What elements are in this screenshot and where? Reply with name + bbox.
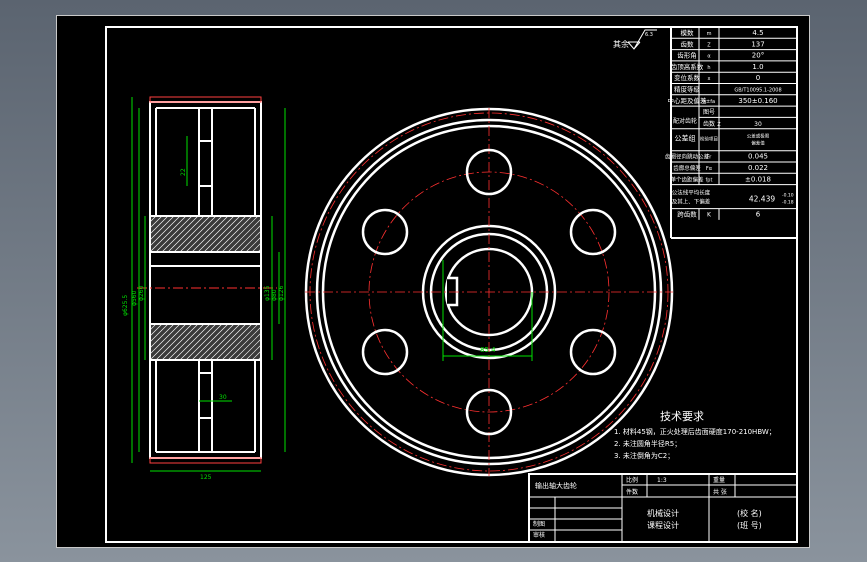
check-symbol: Fr <box>707 155 713 161</box>
span-teeth-value: 6 <box>756 211 761 219</box>
param-name: 模数 <box>681 28 695 37</box>
course-name-1: 机械设计 <box>647 508 679 518</box>
check-symbol: Fα <box>706 166 713 172</box>
span-length-value: 42.439 <box>749 195 775 204</box>
side-dimensions <box>131 97 286 472</box>
label-sheet: 共 张 <box>713 488 727 496</box>
hub-hatch-upper <box>149 215 262 253</box>
param-symbol: h <box>707 65 710 71</box>
param-symbol: m <box>707 31 712 37</box>
param-name: 齿数 <box>681 39 695 48</box>
scale-value: 1:3 <box>657 477 667 484</box>
roughness-value: 6.3 <box>645 32 653 38</box>
mate-teeth-label: 齿数 <box>703 120 715 128</box>
check-name: 齿廓总偏差 <box>673 164 701 172</box>
param-symbol: Z <box>707 42 711 48</box>
check-name: 齿圈径向跳动公差 <box>665 153 710 161</box>
span-length-upper: -0.10 <box>782 193 794 199</box>
param-value: 0 <box>756 74 760 82</box>
dim-bore-depth: φ135 <box>264 285 271 301</box>
school-name: (校 名) <box>737 508 762 518</box>
class-number: (班 号) <box>737 520 762 530</box>
dim-hub: φ126 <box>278 285 285 301</box>
gear-parameter-table: 模数 m 4.5齿数 Z 137齿形角 α 20°齿顶高系数 h 1.0变位系数 x 0精度等级 GB… <box>665 27 797 239</box>
hub-hatch-lower <box>149 323 262 361</box>
span-length-label-2: 及其上、下偏差 <box>672 198 711 206</box>
dim-web: φ260 <box>138 285 145 301</box>
param-name: 齿形角 <box>677 51 697 60</box>
param-symbol: α <box>707 54 711 60</box>
dim-width: 125 <box>200 474 212 481</box>
surface-roughness-label: 其余 <box>613 39 629 49</box>
span-length-label-1: 公法线平均长度 <box>672 189 711 197</box>
span-teeth-symbol: K <box>707 212 712 219</box>
param-name: 中心距及偏差 <box>668 96 708 105</box>
span-length-lower: -0.18 <box>782 200 794 206</box>
dim-bore: φ80 <box>271 289 278 301</box>
label-qty: 件数 <box>626 488 638 496</box>
param-value: 20° <box>752 52 764 60</box>
tolerance-group-label: 公差组 <box>675 134 696 143</box>
span-teeth-label: 跨齿数 <box>677 210 697 219</box>
label-drawn: 制图 <box>533 520 545 528</box>
label-weight: 重量 <box>713 476 725 484</box>
course-name-2: 课程设计 <box>647 520 679 530</box>
tech-req-3: 3. 未注倒角为C2； <box>614 451 674 460</box>
dim-keyway: 85.4 <box>480 346 496 354</box>
mate-teeth-value: 30 <box>754 121 762 128</box>
param-value: 137 <box>751 40 764 48</box>
dim-hole-dia: 22 <box>180 168 187 176</box>
param-value: 350±0.160 <box>738 97 777 105</box>
tech-req-2: 2. 未注圆角半径R5； <box>614 439 681 448</box>
tech-req-1: 1. 材料45钢，正火处理后齿面硬度170-210HBW； <box>614 427 776 436</box>
check-symbol: fpt <box>706 177 713 183</box>
param-value: 1.0 <box>752 63 763 71</box>
side-section-view <box>149 101 262 459</box>
tolerance-group-col1: 公差或极限 <box>747 133 770 140</box>
part-name: 输出轴大齿轮 <box>535 481 577 490</box>
tolerance-group-symbol: 检验项目 <box>700 136 718 143</box>
mate-gear-label: 配对齿轮 <box>673 117 697 125</box>
dim-rim: φ560 <box>131 290 138 306</box>
param-symbol: a±fa <box>703 99 715 105</box>
param-value: GB/T10095.1-2008 <box>734 88 781 94</box>
drawing-sheet: φ625.5 φ560 φ260 φ126 φ80 φ135 125 30 22… <box>56 15 810 548</box>
check-value: ±0.018 <box>745 175 771 183</box>
dim-web-thickness: 30 <box>219 394 227 401</box>
param-symbol: x <box>708 76 711 82</box>
keyway <box>447 276 459 307</box>
param-name: 精度等级 <box>674 85 701 94</box>
param-name: 变位系数 <box>674 73 701 82</box>
param-value: 4.5 <box>752 29 763 37</box>
tech-requirements-title: 技术要求 <box>660 410 704 423</box>
dim-od: φ625.5 <box>122 295 129 316</box>
label-scale: 比例 <box>626 476 638 484</box>
tolerance-group-col2: 偏差值 <box>751 140 765 147</box>
check-value: 0.022 <box>748 164 768 172</box>
mate-drawing-no-label: 图号 <box>703 109 715 116</box>
label-checked: 审核 <box>533 531 545 539</box>
check-value: 0.045 <box>748 153 768 161</box>
